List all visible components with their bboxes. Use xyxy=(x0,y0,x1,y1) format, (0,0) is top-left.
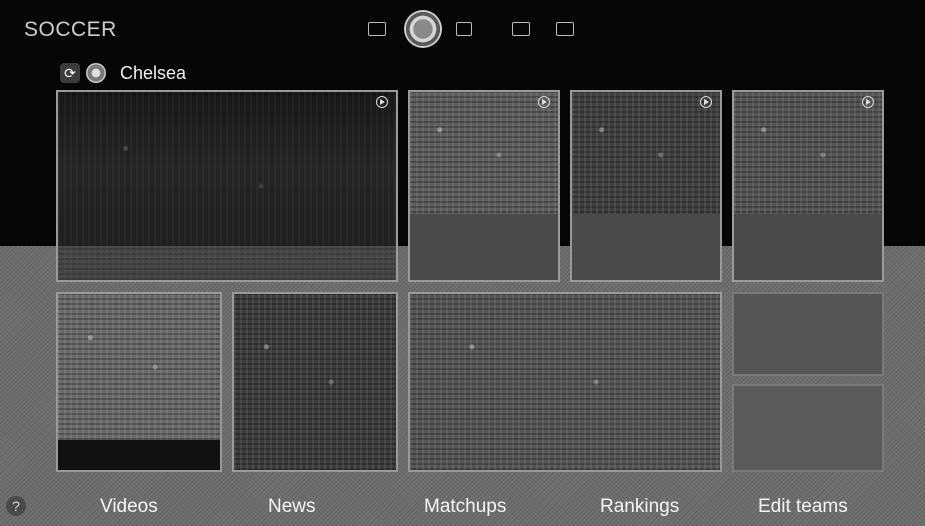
play-icon xyxy=(700,96,712,108)
menu-item-edit-teams[interactable]: Edit teams xyxy=(758,496,848,518)
news-thumbnail xyxy=(410,294,720,470)
video-tile-4[interactable] xyxy=(732,90,884,282)
bottom-menu: ? Videos News Matchups Rankings Edit tea… xyxy=(0,490,925,526)
video-tile-3[interactable] xyxy=(570,90,722,282)
app-title: SOCCER xyxy=(24,18,117,41)
play-icon xyxy=(862,96,874,108)
video-tile-1[interactable] xyxy=(56,90,398,282)
tile-caption-area xyxy=(58,440,220,470)
team-selector[interactable]: ⟳ Chelsea xyxy=(60,62,186,84)
multi-screen-icon[interactable] xyxy=(456,22,472,36)
video-tile-2[interactable] xyxy=(408,90,560,282)
video-thumbnail xyxy=(734,92,882,218)
news-tile-1[interactable] xyxy=(56,292,222,472)
team-name: Chelsea xyxy=(120,62,187,83)
empty-tile-1 xyxy=(732,292,884,376)
tile-caption-area xyxy=(734,214,882,280)
menu-item-matchups[interactable]: Matchups xyxy=(424,496,506,518)
news-thumbnail xyxy=(234,294,396,470)
refresh-icon[interactable]: ⟳ xyxy=(60,63,80,83)
video-thumbnail xyxy=(572,92,720,218)
video-thumbnail xyxy=(410,92,558,218)
tile-caption-area xyxy=(410,214,558,280)
help-icon[interactable]: ? xyxy=(6,496,26,516)
apps-icon[interactable] xyxy=(556,22,574,36)
play-icon xyxy=(376,96,388,108)
tv-icon[interactable] xyxy=(512,22,530,36)
empty-tile-2 xyxy=(732,384,884,472)
tile-caption-area xyxy=(572,214,720,280)
news-tile-2[interactable] xyxy=(232,292,398,472)
play-icon xyxy=(538,96,550,108)
chelsea-crest-icon xyxy=(86,63,106,83)
news-thumbnail xyxy=(58,294,220,440)
soccer-ball-icon[interactable] xyxy=(406,12,440,46)
menu-item-rankings[interactable]: Rankings xyxy=(600,496,679,518)
news-tile-3[interactable] xyxy=(408,292,722,472)
menu-item-news[interactable]: News xyxy=(268,496,316,518)
menu-item-videos[interactable]: Videos xyxy=(100,496,158,518)
news-icon[interactable] xyxy=(368,22,386,36)
video-thumbnail xyxy=(58,92,396,280)
